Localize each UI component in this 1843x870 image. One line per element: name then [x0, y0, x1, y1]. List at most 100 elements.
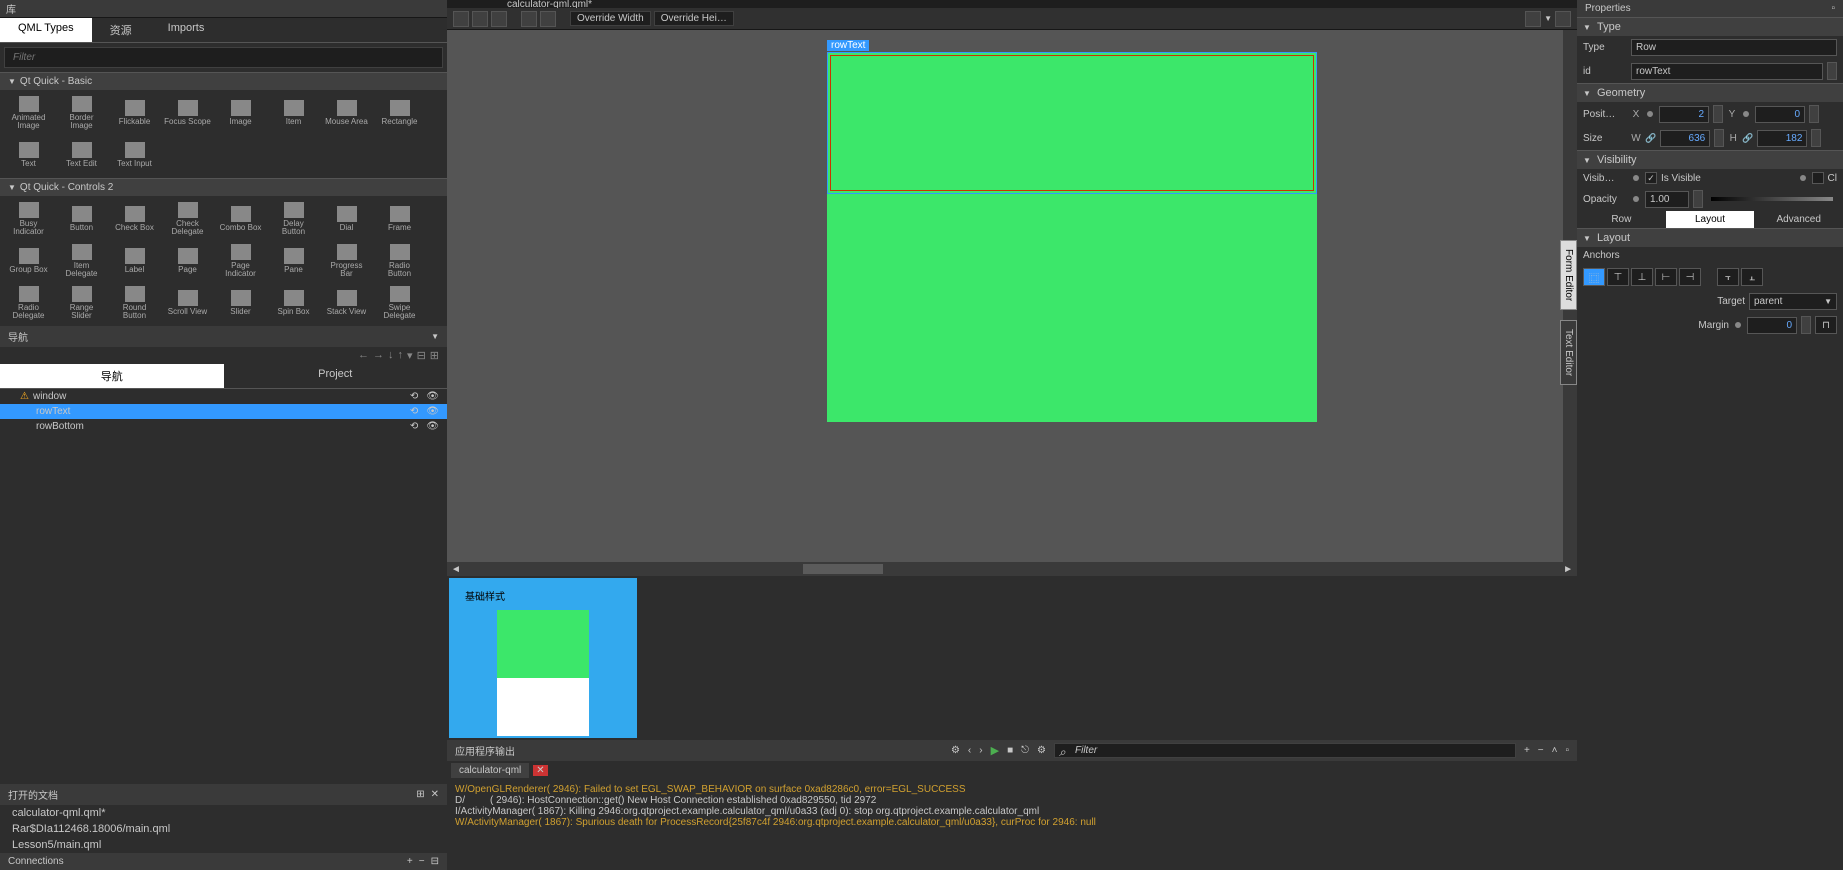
doc-item[interactable]: Lesson5/main.qml [0, 837, 447, 853]
console-run-icon[interactable]: ▶ [991, 744, 999, 757]
id-field[interactable]: rowText [1631, 63, 1823, 80]
tb-btn-1[interactable] [453, 11, 469, 27]
library-filter[interactable] [4, 47, 443, 68]
console-add-icon[interactable]: + [1524, 745, 1530, 756]
scrollbar-h[interactable]: ◄► [447, 562, 1577, 576]
section-visibility[interactable]: Visibility [1577, 150, 1843, 169]
component-text-edit[interactable]: Text Edit [55, 134, 108, 176]
console-attach-icon[interactable]: ⎋ [1021, 745, 1029, 756]
expander-basic[interactable]: ▼Qt Quick - Basic [0, 72, 447, 90]
console-remove-icon[interactable]: − [1538, 745, 1544, 756]
x-dot-icon[interactable] [1647, 111, 1653, 117]
anchor-right[interactable]: ⊣ [1679, 268, 1701, 286]
margin-field[interactable]: 0 [1747, 317, 1797, 334]
margin-icon[interactable]: ⊓ [1815, 316, 1837, 334]
export-icon[interactable]: ⟲ [410, 421, 418, 432]
component-rectangle[interactable]: Rectangle [373, 92, 426, 134]
tab-assets[interactable]: 资源 [92, 18, 150, 42]
nav-fwd-icon[interactable]: → [373, 349, 384, 362]
canvas-area[interactable]: rowText [447, 30, 1577, 562]
component-stack-view[interactable]: Stack View [320, 282, 373, 324]
console-filter[interactable]: Filter [1054, 743, 1516, 758]
component-check-delegate[interactable]: Check Delegate [161, 198, 214, 240]
tree-row-rowText[interactable]: rowText⟲👁 [0, 404, 447, 419]
properties-max-icon[interactable]: ▫ [1831, 3, 1835, 14]
console-config-icon[interactable]: ⚙ [951, 745, 960, 756]
h-spinner[interactable] [1811, 129, 1821, 147]
component-image[interactable]: Image [214, 92, 267, 134]
y-spinner[interactable] [1809, 105, 1819, 123]
opacity-field[interactable]: 1.00 [1645, 191, 1689, 208]
section-layout[interactable]: Layout [1577, 228, 1843, 247]
tree-row-window[interactable]: ⚠window⟲👁 [0, 389, 447, 404]
component-mouse-area[interactable]: Mouse Area [320, 92, 373, 134]
component-button[interactable]: Button [55, 198, 108, 240]
anchor-vcenter[interactable]: ⫠ [1741, 268, 1763, 286]
section-geometry[interactable]: Geometry [1577, 83, 1843, 102]
component-text[interactable]: Text [2, 134, 55, 176]
nav-more-icon[interactable]: ⊞ [430, 349, 439, 362]
component-combo-box[interactable]: Combo Box [214, 198, 267, 240]
expander-controls[interactable]: ▼Qt Quick - Controls 2 [0, 178, 447, 196]
h-link-icon[interactable]: 🔗 [1742, 133, 1753, 144]
text-editor-tab[interactable]: Text Editor [1560, 320, 1577, 385]
tab-project[interactable]: Project [224, 364, 448, 388]
form-editor-tab[interactable]: Form Editor [1560, 240, 1577, 310]
h-field[interactable]: 182 [1757, 130, 1807, 147]
tab-advanced[interactable]: Advanced [1754, 211, 1843, 228]
export-icon[interactable]: ⟲ [410, 406, 418, 417]
conn-add-icon[interactable]: + [407, 856, 413, 867]
doc-item[interactable]: calculator-qml.qml* [0, 805, 447, 821]
conn-more-icon[interactable]: ⊟ [431, 856, 439, 867]
anchor-fill[interactable]: ⿴ [1583, 268, 1605, 286]
margin-dot-icon[interactable] [1735, 322, 1741, 328]
tab-layout[interactable]: Layout [1666, 211, 1755, 228]
console-settings-icon[interactable]: ⚙ [1037, 745, 1046, 756]
console-prev-icon[interactable]: ‹ [968, 745, 971, 756]
docs-split-icon[interactable]: ⊞ [416, 789, 424, 800]
anchor-left[interactable]: ⊢ [1655, 268, 1677, 286]
clip-checkbox[interactable] [1812, 172, 1824, 184]
y-dot-icon[interactable] [1743, 111, 1749, 117]
nav-filter-icon[interactable]: ▾ [407, 349, 413, 362]
tab-imports[interactable]: Imports [150, 18, 223, 42]
console-tab-label[interactable]: calculator-qml [451, 763, 529, 778]
component-round-button[interactable]: Round Button [108, 282, 161, 324]
section-type[interactable]: Type [1577, 17, 1843, 36]
opacity-spinner[interactable] [1693, 190, 1703, 208]
export-icon[interactable]: ⟲ [410, 391, 418, 402]
tb-reset-icon[interactable] [1555, 11, 1571, 27]
rowtext-rect[interactable] [827, 52, 1317, 194]
override-height-combo[interactable]: Override Hei… [654, 11, 734, 26]
component-check-box[interactable]: Check Box [108, 198, 161, 240]
component-item-delegate[interactable]: Item Delegate [55, 240, 108, 282]
anchor-bottom[interactable]: ⊥ [1631, 268, 1653, 286]
w-field[interactable]: 636 [1660, 130, 1710, 147]
console-body[interactable]: W/OpenGLRenderer( 2946): Failed to set E… [447, 780, 1577, 870]
component-range-slider[interactable]: Range Slider [55, 282, 108, 324]
anchor-hcenter[interactable]: ⫟ [1717, 268, 1739, 286]
margin-spinner[interactable] [1801, 316, 1811, 334]
component-pane[interactable]: Pane [267, 240, 320, 282]
component-radio-button[interactable]: Radio Button [373, 240, 426, 282]
visible-dot-icon[interactable] [1633, 175, 1639, 181]
component-busy-indicator[interactable]: Busy Indicator [2, 198, 55, 240]
component-slider[interactable]: Slider [214, 282, 267, 324]
opacity-slider[interactable] [1711, 197, 1833, 201]
x-field[interactable]: 2 [1659, 106, 1709, 123]
tab-row[interactable]: Row [1577, 211, 1666, 228]
component-scroll-view[interactable]: Scroll View [161, 282, 214, 324]
type-field[interactable]: Row [1631, 39, 1837, 56]
library-filter-input[interactable] [13, 52, 434, 63]
override-width-combo[interactable]: Override Width [570, 11, 651, 26]
component-flickable[interactable]: Flickable [108, 92, 161, 134]
anchor-top[interactable]: ⊤ [1607, 268, 1629, 286]
tb-btn-2[interactable] [472, 11, 488, 27]
tb-zoom-icon[interactable] [1525, 11, 1541, 27]
x-spinner[interactable] [1713, 105, 1723, 123]
tb-btn-4[interactable] [521, 11, 537, 27]
eye-icon[interactable]: 👁 [426, 421, 439, 432]
console-next-icon[interactable]: › [979, 745, 982, 756]
component-delay-button[interactable]: Delay Button [267, 198, 320, 240]
opacity-dot-icon[interactable] [1633, 196, 1639, 202]
